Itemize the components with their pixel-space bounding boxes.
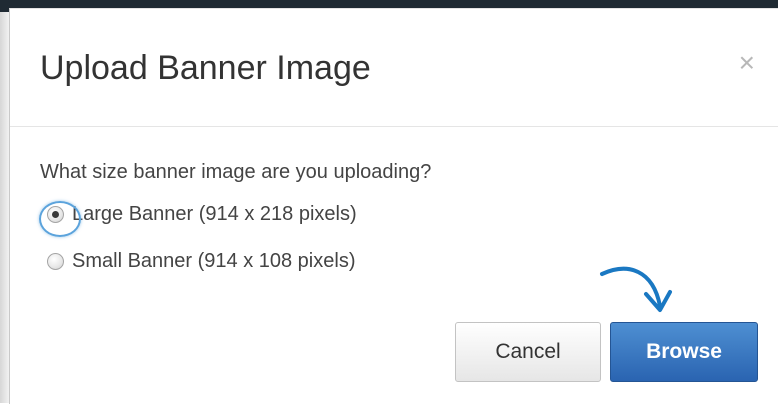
option-large-banner[interactable]: Large Banner (914 x 218 pixels): [39, 199, 357, 237]
page-backdrop: [0, 12, 9, 403]
cancel-button[interactable]: Cancel: [455, 322, 601, 382]
curved-arrow-icon: [600, 266, 672, 312]
option-large-banner-label: Large Banner (914 x 218 pixels): [72, 202, 357, 225]
radio-small-banner[interactable]: [47, 252, 64, 270]
radio-large-banner[interactable]: [39, 200, 81, 237]
dialog-title: Upload Banner Image: [40, 49, 371, 87]
close-icon[interactable]: ×: [739, 49, 755, 77]
dialog-header: Upload Banner Image ×: [10, 9, 778, 127]
upload-banner-dialog: Upload Banner Image × What size banner i…: [9, 8, 778, 404]
option-small-banner[interactable]: Small Banner (914 x 108 pixels): [47, 246, 355, 276]
browse-button[interactable]: Browse: [610, 322, 758, 382]
size-question: What size banner image are you uploading…: [40, 161, 432, 183]
option-small-banner-label: Small Banner (914 x 108 pixels): [72, 249, 356, 272]
